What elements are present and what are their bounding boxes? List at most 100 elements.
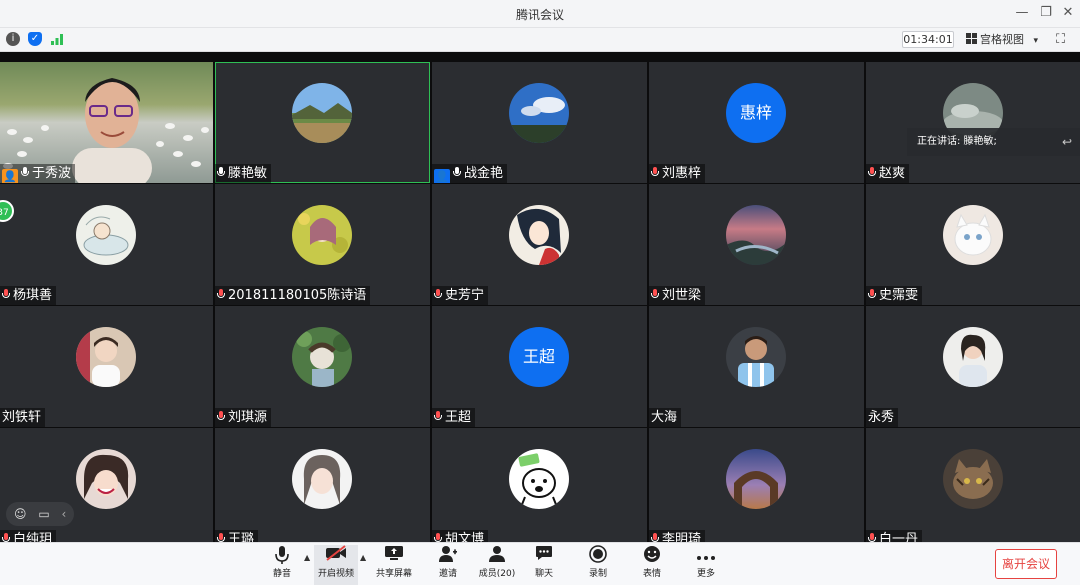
chat-icon xyxy=(522,545,566,567)
grid-view-toggle[interactable]: 宫格视图 ▾ xyxy=(966,31,1038,49)
participant-tile[interactable]: 赵爽 xyxy=(866,62,1080,183)
participant-name: 滕艳敏 xyxy=(215,164,272,183)
participant-name: 刘琪源 xyxy=(215,408,272,427)
meeting-timer: 01:34:01 xyxy=(902,31,954,48)
participant-tile[interactable]: 滕艳敏 xyxy=(215,62,430,183)
participant-tile[interactable]: 胡文博 xyxy=(432,428,647,542)
mic-muted-icon xyxy=(217,533,225,542)
close-button[interactable]: ✕ xyxy=(1058,5,1078,20)
share-screen-button[interactable]: 共享屏幕 xyxy=(372,545,416,585)
chat-button[interactable]: 聊天 xyxy=(522,545,566,585)
avatar xyxy=(292,327,352,387)
avatar xyxy=(726,327,786,387)
mic-muted-icon xyxy=(217,411,225,422)
info-icon[interactable]: i xyxy=(6,32,20,46)
chevron-left-icon[interactable]: ‹ xyxy=(62,507,67,521)
mic-muted-icon xyxy=(434,289,442,300)
speaking-indicator: 正在讲话: 滕艳敏; ↩ xyxy=(907,128,1080,156)
mic-muted-icon xyxy=(651,533,659,542)
participant-tile[interactable]: 王超 王超 xyxy=(432,306,647,427)
participant-name: 史霈雯 xyxy=(866,286,923,305)
participant-name: 👤 战金艳 xyxy=(432,164,508,183)
leave-meeting-button[interactable]: 离开会议 xyxy=(995,549,1057,579)
invite-button[interactable]: 邀请 xyxy=(426,545,470,585)
avatar xyxy=(292,83,352,143)
grid-view-label: 宫格视图 xyxy=(980,33,1024,46)
avatar xyxy=(509,83,569,143)
emoji-icon[interactable]: ☺ xyxy=(14,507,27,521)
participant-name: 永秀 xyxy=(866,408,899,427)
participant-name: 201811180105陈诗语 xyxy=(215,286,371,305)
participant-name: 白一丹 xyxy=(866,530,923,542)
record-icon xyxy=(576,545,620,567)
members-button[interactable]: 成员(20) xyxy=(475,545,519,585)
shield-icon[interactable]: ✓ xyxy=(28,32,42,46)
participant-tile[interactable]: 永秀 xyxy=(866,306,1080,427)
avatar: 王超 xyxy=(509,327,569,387)
participant-tile[interactable]: 白一丹 xyxy=(866,428,1080,542)
participant-tile[interactable]: 史芳宁 xyxy=(432,184,647,305)
participant-tile[interactable]: 👤 战金艳 xyxy=(432,62,647,183)
video-options-caret[interactable]: ▲ xyxy=(360,553,366,562)
mic-muted-icon xyxy=(651,167,659,178)
participant-tile[interactable]: 王璐 xyxy=(215,428,430,542)
participant-tile[interactable]: 大海 xyxy=(649,306,864,427)
participant-tile[interactable]: 刘琪源 xyxy=(215,306,430,427)
avatar xyxy=(509,449,569,509)
participant-tile[interactable]: 👤 于秀波 xyxy=(0,62,213,183)
microphone-icon xyxy=(260,545,304,567)
mic-icon xyxy=(453,167,461,178)
start-video-button[interactable]: 开启视频 xyxy=(314,545,358,585)
minimize-button[interactable]: — xyxy=(1012,5,1032,20)
avatar xyxy=(76,327,136,387)
fullscreen-icon[interactable]: ⛶ xyxy=(1056,32,1065,47)
share-screen-icon xyxy=(372,545,416,567)
participant-name: 王超 xyxy=(432,408,476,427)
mic-icon xyxy=(21,167,29,178)
record-button[interactable]: 录制 xyxy=(576,545,620,585)
more-button[interactable]: 更多 xyxy=(684,545,728,585)
chat-quick-bar[interactable]: ☺ ▭ ‹ xyxy=(6,502,74,526)
chat-bubble-icon[interactable]: ▭ xyxy=(38,507,49,521)
collapse-arrow-icon[interactable]: ↩ xyxy=(1062,128,1072,156)
participant-name: 刘惠梓 xyxy=(649,164,706,183)
participant-tile[interactable]: 史霈雯 xyxy=(866,184,1080,305)
mic-muted-icon xyxy=(434,411,442,422)
add-user-icon xyxy=(426,545,470,567)
mute-options-caret[interactable]: ▲ xyxy=(304,553,310,562)
mic-muted-icon xyxy=(651,289,659,300)
grid-icon xyxy=(966,33,977,44)
avatar xyxy=(76,205,136,265)
signal-icon[interactable] xyxy=(50,32,64,46)
participant-tile[interactable]: 惠梓 刘惠梓 xyxy=(649,62,864,183)
mic-muted-icon xyxy=(217,289,225,300)
reactions-button[interactable]: 表情 xyxy=(630,545,674,585)
camera-off-icon xyxy=(314,545,358,567)
participant-tile[interactable]: 刘铁轩 xyxy=(0,306,213,427)
participant-name: 史芳宁 xyxy=(432,286,489,305)
mute-button[interactable]: 静音 xyxy=(260,545,304,585)
emoji-icon xyxy=(630,545,674,567)
avatar xyxy=(943,327,1003,387)
cohost-icon: 👤 xyxy=(434,169,450,183)
participant-tile[interactable]: 李明琦 xyxy=(649,428,864,542)
participant-name: 杨琪善 xyxy=(0,286,57,305)
more-dots-icon xyxy=(684,545,728,567)
avatar xyxy=(943,205,1003,265)
participant-name: 刘铁轩 xyxy=(0,408,46,427)
participant-tile[interactable]: 201811180105陈诗语 xyxy=(215,184,430,305)
participant-name: 李明琦 xyxy=(649,530,706,542)
mic-muted-icon xyxy=(434,533,442,542)
participant-tile[interactable]: 杨琪善 xyxy=(0,184,213,305)
mic-muted-icon xyxy=(868,167,876,178)
title-bar: 腾讯会议 — ❐ ✕ xyxy=(0,0,1080,28)
avatar xyxy=(943,449,1003,509)
mic-muted-icon xyxy=(868,533,876,542)
restore-button[interactable]: ❐ xyxy=(1036,5,1056,20)
participant-tile[interactable]: 刘世梁 xyxy=(649,184,864,305)
avatar xyxy=(292,205,352,265)
participant-name: 刘世梁 xyxy=(649,286,706,305)
members-icon xyxy=(475,545,519,567)
participant-name: 白纯玥 xyxy=(0,530,57,542)
mic-muted-icon xyxy=(868,289,876,300)
